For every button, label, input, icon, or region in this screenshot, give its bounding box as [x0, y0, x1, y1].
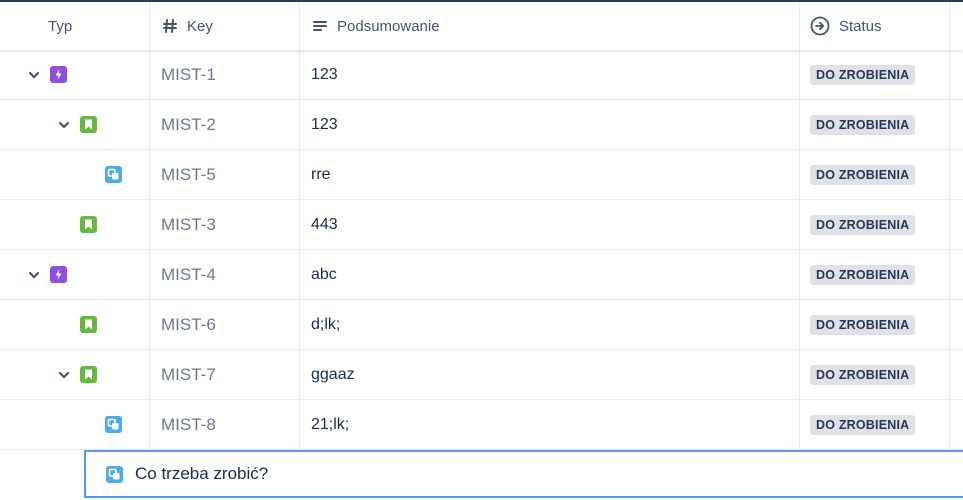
- status-badge[interactable]: DO ZROBIENIA: [810, 265, 916, 285]
- table-row[interactable]: MIST-7 ggaaz DO ZROBIENIA: [0, 350, 963, 400]
- column-divider[interactable]: [949, 2, 950, 50]
- hash-icon: [163, 19, 177, 33]
- epic-icon: [50, 66, 67, 83]
- issue-summary[interactable]: 443: [311, 200, 338, 250]
- issue-key[interactable]: MIST-3: [161, 200, 216, 250]
- subtask-icon: [105, 166, 122, 183]
- subtask-icon: [105, 416, 122, 433]
- column-header-summary[interactable]: Podsumowanie: [312, 2, 440, 50]
- chevron-down-icon[interactable]: [27, 268, 41, 282]
- table-row[interactable]: MIST-2 123 DO ZROBIENIA: [0, 100, 963, 150]
- issue-summary[interactable]: rre: [311, 150, 331, 200]
- column-header-type[interactable]: Typ: [48, 2, 72, 50]
- drag-handle-icon: ⋮: [958, 18, 963, 35]
- issue-key[interactable]: MIST-5: [161, 150, 216, 200]
- issue-key[interactable]: MIST-6: [161, 300, 216, 350]
- table-row[interactable]: MIST-4 abc DO ZROBIENIA: [0, 250, 963, 300]
- inline-create-field[interactable]: Co trzeba zrobić?: [84, 450, 963, 498]
- story-icon: [80, 116, 97, 133]
- table-row[interactable]: MIST-3 443 DO ZROBIENIA: [0, 200, 963, 250]
- column-header-label: Podsumowanie: [337, 17, 440, 35]
- create-issue-input[interactable]: Co trzeba zrobić?: [135, 464, 268, 484]
- table-header: Typ Key Podsumowanie Status ⋮: [0, 2, 963, 50]
- column-divider[interactable]: [799, 2, 800, 50]
- column-header-more[interactable]: ⋮: [958, 2, 963, 50]
- table-row[interactable]: MIST-6 d;lk; DO ZROBIENIA: [0, 300, 963, 350]
- column-header-key[interactable]: Key: [162, 2, 213, 50]
- status-badge[interactable]: DO ZROBIENIA: [810, 115, 916, 135]
- table-row[interactable]: MIST-5 rre DO ZROBIENIA: [0, 150, 963, 200]
- status-badge[interactable]: DO ZROBIENIA: [810, 215, 916, 235]
- status-badge[interactable]: DO ZROBIENIA: [810, 65, 916, 85]
- issue-key[interactable]: MIST-7: [161, 350, 216, 400]
- issue-summary[interactable]: 123: [311, 100, 338, 150]
- story-icon: [80, 316, 97, 333]
- issue-key[interactable]: MIST-1: [161, 50, 216, 100]
- subtask-icon[interactable]: [106, 465, 123, 483]
- column-header-label: Typ: [48, 17, 73, 35]
- epic-icon: [50, 266, 67, 283]
- status-badge[interactable]: DO ZROBIENIA: [810, 365, 916, 385]
- story-icon: [80, 216, 97, 233]
- issue-summary[interactable]: ggaaz: [311, 350, 355, 400]
- chevron-down-icon[interactable]: [57, 118, 71, 132]
- chevron-down-icon[interactable]: [27, 68, 41, 82]
- table-row[interactable]: MIST-1 123 DO ZROBIENIA: [0, 50, 963, 100]
- issue-key[interactable]: MIST-4: [161, 250, 216, 300]
- column-divider[interactable]: [149, 2, 150, 50]
- issue-summary[interactable]: 123: [311, 50, 338, 100]
- status-arrow-circle-icon: [810, 16, 830, 36]
- issue-key[interactable]: MIST-2: [161, 100, 216, 150]
- status-badge[interactable]: DO ZROBIENIA: [810, 165, 916, 185]
- status-badge[interactable]: DO ZROBIENIA: [810, 415, 916, 435]
- column-header-label: Key: [187, 17, 213, 35]
- column-header-label: Status: [839, 17, 882, 35]
- issue-summary[interactable]: d;lk;: [311, 300, 340, 350]
- summary-lines-icon: [313, 21, 327, 31]
- issue-summary[interactable]: 21;lk;: [311, 400, 349, 450]
- column-header-status[interactable]: Status: [810, 2, 882, 50]
- issue-summary[interactable]: abc: [311, 250, 337, 300]
- table-row[interactable]: MIST-8 21;lk; DO ZROBIENIA: [0, 400, 963, 450]
- status-badge[interactable]: DO ZROBIENIA: [810, 315, 916, 335]
- chevron-down-icon[interactable]: [57, 368, 71, 382]
- issue-key[interactable]: MIST-8: [161, 400, 216, 450]
- story-icon: [80, 366, 97, 383]
- column-divider[interactable]: [299, 2, 300, 50]
